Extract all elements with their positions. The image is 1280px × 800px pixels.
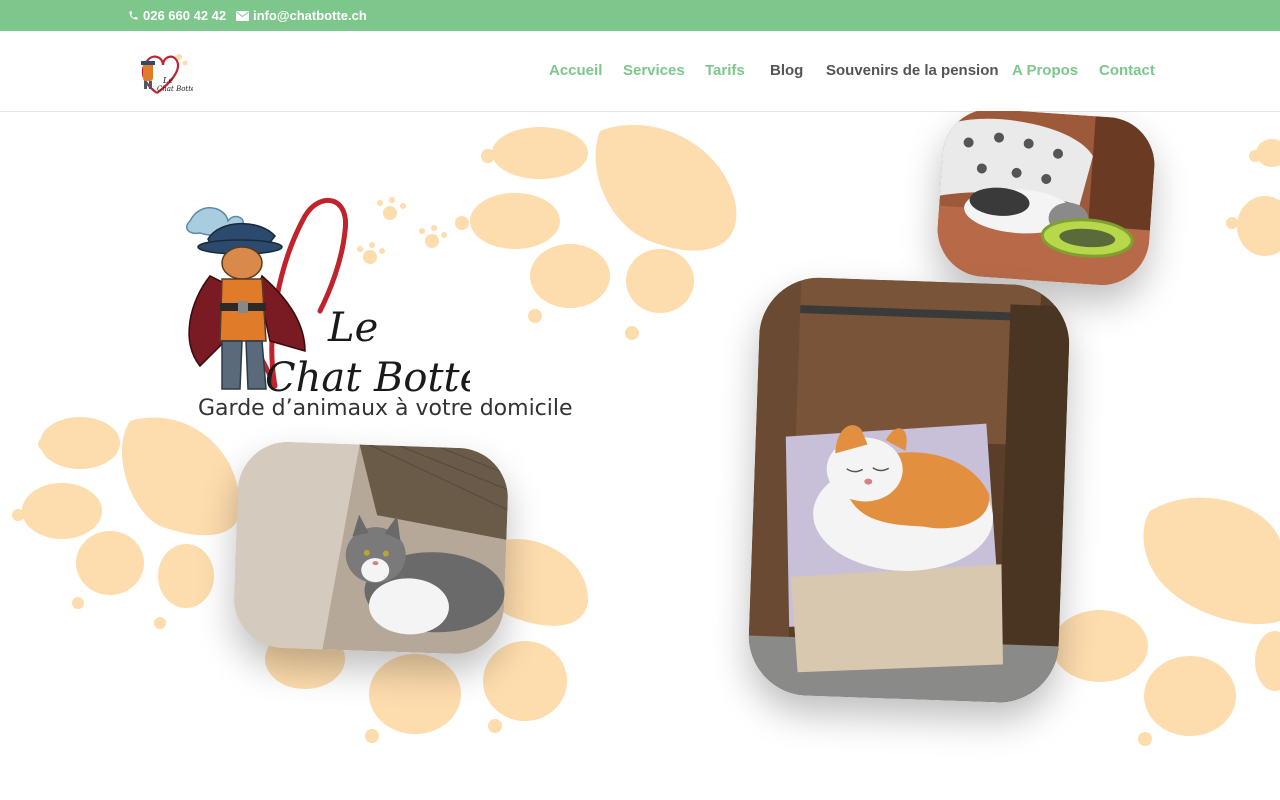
nav-blog[interactable]: Blog [770,62,803,79]
main-navigation: Accueil Services Tarifs Blog Souvenirs d… [0,62,1280,82]
email-address[interactable]: info@chatbotte.ch [253,8,367,23]
nav-contact[interactable]: Contact [1099,62,1155,79]
logo-text-le: Le [327,305,378,351]
top-contact-bar: 026 660 42 42 info@chatbotte.ch [0,0,1280,31]
phone-icon [129,11,138,20]
envelope-icon [236,10,249,21]
nav-souvenirs[interactable]: Souvenirs de la pension [826,62,999,79]
hero-section: Le Chat Botté Garde d’animaux à votre do… [0,111,1280,800]
site-header: Le Chat Botté Accueil Services Tarifs Bl… [0,31,1280,112]
phone-contact[interactable]: 026 660 42 42 [128,8,226,23]
nav-services[interactable]: Services [623,62,685,79]
brand-logo: Le Chat Botté [170,191,483,401]
logo-text-chat-botte: Chat Botté [265,355,470,401]
svg-text:Chat Botté: Chat Botté [157,85,193,93]
nav-accueil[interactable]: Accueil [549,62,602,79]
cat-photo-tunnel [934,111,1158,289]
phone-number[interactable]: 026 660 42 42 [143,8,226,23]
cat-photo-pavement [232,440,510,656]
hero-tagline: Garde d’animaux à votre domicile [198,396,573,421]
nav-tarifs[interactable]: Tarifs [705,62,745,79]
cat-photo-basket [746,275,1072,705]
nav-a-propos[interactable]: A Propos [1012,62,1078,79]
email-contact[interactable]: info@chatbotte.ch [236,8,367,23]
